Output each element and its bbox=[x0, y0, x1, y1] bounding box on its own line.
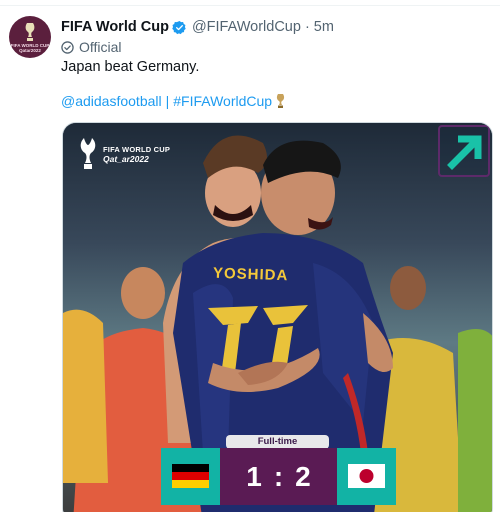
japan-flag-icon bbox=[348, 464, 385, 488]
score-separator: : bbox=[273, 460, 284, 492]
team-japan bbox=[337, 448, 396, 505]
separator-dot: · bbox=[304, 19, 310, 35]
match-status: Full-time bbox=[226, 435, 329, 449]
world-cup-emblem-icon bbox=[80, 138, 96, 169]
logo-line-2: Qat_ar2022 bbox=[103, 153, 149, 164]
avatar-text: FIFA WORLD CUP Qatar2022 bbox=[10, 43, 50, 53]
author-handle[interactable]: @FIFAWorldCup bbox=[192, 19, 301, 35]
score-display: 1 : 2 bbox=[220, 448, 337, 505]
affiliation-text: Official bbox=[79, 39, 122, 55]
trophy-icon bbox=[25, 23, 35, 41]
hashtag-link[interactable]: #FIFAWorldCup bbox=[173, 93, 272, 109]
trophy-icon bbox=[277, 94, 285, 108]
top-divider bbox=[0, 0, 500, 6]
tweet-links: @adidasfootball | #FIFAWorldCup bbox=[61, 93, 285, 109]
home-score: 1 bbox=[246, 460, 262, 492]
logo-line-1: FIFA WORLD CUP bbox=[103, 144, 171, 154]
germany-flag-icon bbox=[172, 464, 209, 488]
world-cup-logo: FIFA WORLD CUP Qat_ar2022 bbox=[79, 137, 170, 171]
away-score: 2 bbox=[295, 460, 311, 492]
arrow-badge bbox=[438, 125, 490, 177]
jersey-name: YOSHIDA bbox=[212, 264, 289, 285]
score-box: 1 : 2 bbox=[161, 448, 396, 505]
affiliation-label: Official bbox=[61, 38, 122, 56]
arrow-up-right-icon bbox=[447, 135, 482, 170]
avatar[interactable]: FIFA WORLD CUP Qatar2022 bbox=[9, 16, 51, 58]
tweet-text: Japan beat Germany. bbox=[61, 59, 200, 75]
link-separator: | bbox=[165, 93, 170, 109]
team-germany bbox=[161, 448, 220, 505]
tweet-header: FIFA World Cup @FIFAWorldCup · 5m bbox=[61, 17, 334, 37]
mention-link[interactable]: @adidasfootball bbox=[61, 93, 162, 109]
official-check-icon bbox=[61, 40, 74, 54]
author-name[interactable]: FIFA World Cup bbox=[61, 19, 169, 35]
media-image[interactable]: FIFA WORLD CUP Qat_ar2022 YOSHIDA Full-t… bbox=[62, 122, 493, 512]
timestamp[interactable]: 5m bbox=[314, 19, 334, 35]
verified-badge-icon bbox=[172, 20, 186, 34]
